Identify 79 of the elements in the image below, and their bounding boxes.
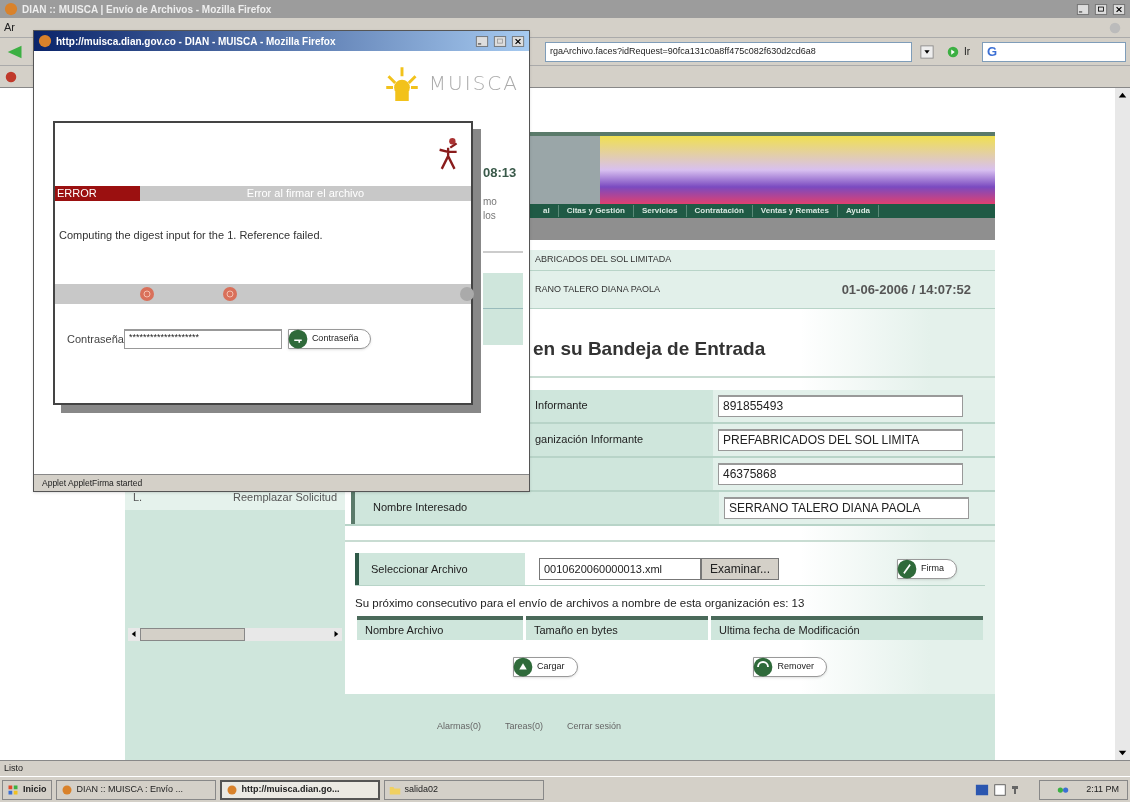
taskbar-button[interactable]: DIAN :: MUISCA : Envío ... bbox=[55, 779, 216, 800]
start-button[interactable]: Inicio bbox=[2, 779, 52, 800]
nav-link[interactable]: Citas y Gestión bbox=[558, 205, 634, 217]
horizontal-scrollbar[interactable] bbox=[128, 627, 342, 641]
file-label: Seleccionar Archivo bbox=[355, 553, 525, 585]
column-header: Ultima fecha de Modificación bbox=[711, 615, 983, 640]
browser-icon bbox=[225, 783, 238, 796]
popup-status-bar: Applet AppletFirma started bbox=[34, 474, 529, 491]
text-field[interactable]: 891855493 bbox=[718, 394, 963, 417]
throbber-icon bbox=[1108, 20, 1122, 35]
field-label: Informante bbox=[535, 398, 588, 414]
address-field[interactable]: rgaArchivo.faces?idRequest=90fca131c0a8ff475c082f630d2cd6a8 bbox=[545, 41, 912, 62]
taskbar-button[interactable]: salida02 bbox=[383, 779, 544, 800]
password-label: Contraseña bbox=[67, 331, 124, 347]
menu-tile bbox=[483, 308, 523, 345]
stop-icon bbox=[222, 286, 238, 302]
browser-icon bbox=[4, 2, 18, 16]
window-title: DIAN :: MUISCA | Envío de Archivos - Mozilla Firefox bbox=[22, 2, 272, 17]
desktop-icon bbox=[975, 782, 990, 797]
scrollbar-thumb[interactable] bbox=[140, 627, 245, 641]
side-menu-item[interactable]: Reemplazar Solicitud bbox=[233, 489, 337, 506]
go-button[interactable]: Ir bbox=[942, 44, 975, 59]
close-icon bbox=[511, 34, 525, 48]
footer-link[interactable]: Alarmas(0) bbox=[437, 720, 481, 734]
nav-link[interactable]: al bbox=[535, 205, 559, 217]
info-text: Su próximo consecutivo para el envío de archivos a nombre de esta organización es: 13 bbox=[354, 595, 806, 611]
error-label: ERROR bbox=[55, 186, 140, 201]
maximize-icon bbox=[493, 34, 507, 48]
logo-text: MUISCA bbox=[428, 70, 519, 97]
browse-button[interactable]: Examinar... bbox=[701, 558, 780, 580]
clock-text: 2:11 PM bbox=[1086, 782, 1119, 796]
date-time-text: 01-06-2006 / 14:07:52 bbox=[841, 280, 971, 299]
clock-text: 08:13 bbox=[483, 164, 517, 182]
photo-placeholder bbox=[530, 136, 600, 204]
password-button[interactable]: Contraseña bbox=[287, 329, 372, 349]
refresh-icon bbox=[753, 656, 774, 677]
column-header: Nombre Archivo bbox=[357, 615, 523, 640]
sign-button[interactable]: Firma bbox=[897, 559, 957, 579]
text-field[interactable]: PREFABRICADOS DEL SOL LIMITA bbox=[718, 428, 963, 451]
browser-icon bbox=[38, 34, 52, 48]
search-field[interactable]: G bbox=[982, 41, 1126, 62]
field-label: ganización Informante bbox=[535, 432, 644, 448]
stop-icon bbox=[139, 286, 155, 302]
maximize-icon bbox=[1094, 2, 1108, 16]
close-icon bbox=[1112, 2, 1126, 16]
user-name-text: RANO TALERO DIANA PAOLA bbox=[535, 282, 661, 296]
go-icon bbox=[946, 44, 960, 59]
nav-link[interactable]: Ventas y Remates bbox=[752, 205, 838, 217]
password-field[interactable]: ******************** bbox=[123, 329, 282, 349]
taskbar-button[interactable]: http://muisca.dian.go... bbox=[219, 779, 380, 800]
menu-tile bbox=[483, 272, 523, 309]
nav-link[interactable]: Servicios bbox=[633, 205, 687, 217]
intro-text: mo bbox=[483, 194, 497, 209]
upload-button[interactable]: Cargar bbox=[513, 656, 578, 677]
pen-icon bbox=[897, 559, 917, 579]
text-field[interactable]: 46375868 bbox=[718, 462, 963, 485]
vertical-scrollbar[interactable] bbox=[1115, 88, 1130, 760]
text-field[interactable]: SERRANO TALERO DIANA PAOLA bbox=[724, 496, 969, 519]
error-message: Computing the digest input for the 1. Reference failed. bbox=[58, 228, 324, 243]
footer-link[interactable]: Tareas(0) bbox=[505, 720, 544, 734]
intro-text: los bbox=[483, 208, 496, 223]
menu-item[interactable]: Ar bbox=[4, 19, 15, 36]
nav-link[interactable]: Contratación bbox=[686, 205, 753, 217]
nav-link[interactable]: Ayuda bbox=[837, 205, 880, 217]
field-label: Nombre Interesado bbox=[373, 500, 468, 516]
footer-link[interactable]: Cerrar sesión bbox=[567, 720, 622, 734]
help-icon bbox=[993, 782, 1008, 797]
circle-icon bbox=[459, 286, 475, 302]
column-header: Tamaño en bytes bbox=[526, 615, 708, 640]
remove-button[interactable]: Remover bbox=[753, 656, 827, 677]
menu-marker: L. bbox=[133, 490, 143, 505]
file-path-field[interactable]: 0010620060000013.xml bbox=[539, 558, 701, 580]
bookmark-icon bbox=[4, 69, 18, 84]
browser-icon bbox=[60, 783, 73, 796]
minimize-icon bbox=[475, 34, 489, 48]
dropdown-icon bbox=[920, 43, 934, 60]
minimize-icon bbox=[1076, 2, 1090, 16]
popup-title: http://muisca.dian.gov.co - DIAN - MUISCA - Mozilla Firefox bbox=[56, 34, 336, 49]
windows-logo-icon bbox=[7, 783, 19, 796]
